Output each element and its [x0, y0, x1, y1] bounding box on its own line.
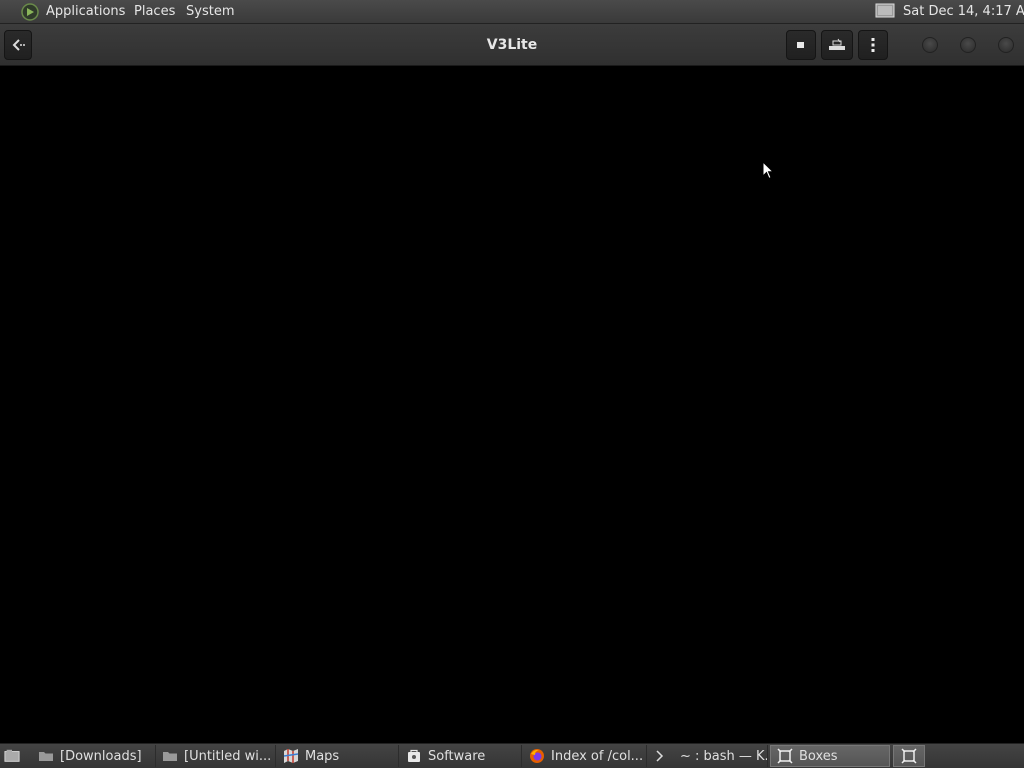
close-window-button[interactable]	[998, 37, 1014, 53]
vertical-dots-icon	[871, 38, 875, 52]
menu-button[interactable]	[858, 30, 888, 60]
task-terminal[interactable]: ~ : bash — K...	[648, 745, 768, 767]
software-icon	[408, 749, 420, 762]
taskbar: [Downloads] [Untitled wi... Maps Softwar…	[0, 743, 1024, 768]
maximize-window-button[interactable]	[960, 37, 976, 53]
task-maps[interactable]: Maps	[277, 745, 399, 767]
task-untitled-window[interactable]: [Untitled wi...	[156, 745, 276, 767]
folder-icon	[39, 752, 53, 761]
task-label: Maps	[305, 748, 340, 764]
display-icon[interactable]	[875, 3, 895, 19]
task-label: [Downloads]	[60, 748, 142, 764]
menu-applications[interactable]: Applications	[46, 4, 125, 19]
show-desktop-button[interactable]	[0, 745, 30, 767]
task-label: Boxes	[799, 748, 838, 764]
maps-icon	[283, 749, 299, 763]
task-label: [Untitled wi...	[184, 748, 272, 764]
screen-tray-icon	[829, 38, 845, 50]
keyboard-button[interactable]	[786, 30, 816, 60]
stop-square-icon	[797, 42, 804, 48]
tray-boxes-button[interactable]	[893, 745, 925, 767]
task-firefox[interactable]: Index of /col...	[523, 745, 647, 767]
top-panel: Applications Places System Sat Dec 14, 4…	[0, 0, 1024, 24]
back-button[interactable]	[4, 30, 32, 60]
back-arrow-icon	[12, 39, 25, 51]
vm-display[interactable]	[0, 66, 1024, 743]
task-boxes[interactable]: Boxes	[770, 745, 890, 767]
task-label: ~ : bash — K...	[680, 748, 767, 764]
boxes-icon	[777, 748, 793, 764]
menu-places[interactable]: Places	[134, 4, 175, 19]
firefox-icon	[530, 749, 544, 763]
task-label: Index of /col...	[551, 748, 644, 764]
mouse-pointer-icon	[762, 161, 774, 180]
task-software[interactable]: Software	[400, 745, 522, 767]
show-desktop-icon	[4, 749, 20, 762]
header-bar: V3Lite	[0, 24, 1024, 66]
boxes-icon	[901, 748, 917, 764]
folder-icon	[163, 752, 177, 761]
task-downloads[interactable]: [Downloads]	[32, 745, 156, 767]
terminal-icon	[656, 750, 664, 762]
display-options-button[interactable]	[821, 30, 853, 60]
distro-logo-icon[interactable]	[20, 3, 40, 21]
task-label: Software	[428, 748, 486, 764]
clock[interactable]: Sat Dec 14, 4:17 AM	[903, 4, 1024, 19]
minimize-window-button[interactable]	[922, 37, 938, 53]
menu-system[interactable]: System	[186, 4, 234, 19]
